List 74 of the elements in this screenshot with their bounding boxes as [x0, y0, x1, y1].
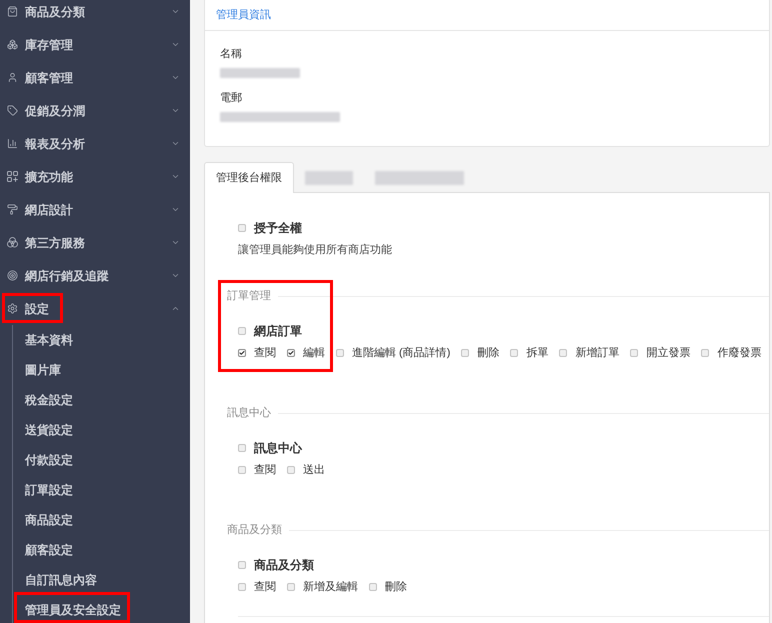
paint-roller-icon — [7, 204, 18, 215]
checkbox-label: 作廢發票 — [717, 346, 762, 360]
checkbox-label: 進階編輯 (商品詳情) — [352, 346, 450, 360]
checkbox[interactable] — [701, 349, 710, 357]
checkbox-label: 授予全權 — [254, 221, 302, 235]
submenu-item[interactable]: 管理員及安全設定 — [13, 595, 190, 623]
checkbox-label: 新增及編輯 — [303, 580, 358, 594]
checkbox-label: 查閱 — [254, 580, 276, 594]
boxes-icon — [7, 39, 18, 50]
description-text: 讓管理員能夠使用所有商店功能 — [238, 243, 393, 257]
checkbox[interactable] — [238, 583, 246, 591]
section-title: 商品及分類 — [227, 523, 282, 537]
bar-chart-icon — [7, 138, 18, 149]
sidebar-item[interactable]: 擴充功能 — [0, 160, 190, 193]
section-title: 訂單管理 — [227, 289, 271, 303]
checkbox[interactable] — [369, 583, 377, 591]
checkbox-label: 新增訂單 — [575, 346, 620, 360]
checkbox-label: 商品及分類 — [254, 558, 314, 572]
card-title: 管理員資訊 — [216, 8, 271, 22]
submenu-item[interactable]: 稅金設定 — [13, 385, 190, 415]
checkbox-label: 刪除 — [477, 346, 500, 360]
checkbox-label: 網店訂單 — [254, 324, 302, 338]
sidebar-item[interactable]: 報表及分析 — [0, 127, 190, 160]
checkbox[interactable] — [238, 349, 246, 357]
checkbox[interactable] — [238, 466, 246, 474]
tick-icon — [239, 350, 245, 356]
submenu-item[interactable]: 商品設定 — [13, 505, 190, 535]
checkbox[interactable] — [287, 583, 295, 591]
target-icon — [7, 270, 18, 281]
checkbox-label: 開立發票 — [646, 346, 690, 360]
submenu-item[interactable]: 自訂訊息內容 — [13, 565, 190, 595]
sidebar-item[interactable]: 網店行銷及追蹤 — [0, 259, 190, 292]
checkbox[interactable] — [510, 349, 518, 357]
checkbox-label: 查閱 — [254, 463, 276, 477]
submenu-item[interactable]: 基本資料 — [13, 325, 190, 355]
submenu-item[interactable]: 訂單設定 — [13, 475, 190, 505]
submenu-item[interactable]: 送貨設定 — [13, 415, 190, 445]
submenu-item[interactable]: 圖片庫 — [13, 355, 190, 385]
sidebar-item[interactable]: 第三方服務 — [0, 226, 190, 259]
checkbox[interactable] — [630, 349, 638, 357]
checkbox[interactable] — [238, 444, 246, 452]
sidebar-item[interactable]: 設定 — [0, 292, 190, 325]
checkbox-label: 刪除 — [385, 580, 407, 594]
checkbox[interactable] — [336, 349, 344, 357]
checkbox[interactable] — [461, 349, 470, 357]
tag-icon — [7, 105, 18, 116]
field-label: 電郵 — [220, 91, 243, 105]
checkbox-label: 拆單 — [526, 346, 548, 360]
submenu-item[interactable]: 顧客設定 — [13, 535, 190, 565]
checkbox-label: 送出 — [303, 463, 325, 477]
grid-plus-icon — [7, 171, 18, 182]
sidebar-item[interactable]: 網店設計 — [0, 193, 190, 226]
tick-icon — [288, 350, 294, 356]
checkbox[interactable] — [238, 561, 246, 569]
sidebar-item[interactable]: 促銷及分潤 — [0, 94, 190, 127]
checkbox[interactable] — [559, 349, 568, 357]
settings-icon — [7, 303, 18, 314]
sidebar-item[interactable]: 顧客管理 — [0, 61, 190, 94]
checkbox[interactable] — [238, 224, 246, 232]
checkbox-label: 訊息中心 — [254, 441, 302, 455]
circles-icon — [7, 237, 18, 248]
sidebar-item[interactable]: 商品及分類 — [0, 0, 190, 28]
checkbox[interactable] — [238, 327, 246, 335]
tab[interactable]: 管理後台權限 — [204, 162, 294, 193]
checkbox[interactable] — [287, 466, 295, 474]
checkbox-label: 查閱 — [254, 346, 276, 360]
bag-icon — [7, 6, 18, 17]
checkbox[interactable] — [287, 349, 295, 357]
submenu-item[interactable]: 付款設定 — [13, 445, 190, 475]
checkbox-label: 編輯 — [303, 346, 325, 360]
field-label: 名稱 — [220, 47, 243, 61]
section-title: 訊息中心 — [227, 406, 271, 420]
sidebar-item[interactable]: 庫存管理 — [0, 28, 190, 61]
user-icon — [7, 72, 18, 83]
